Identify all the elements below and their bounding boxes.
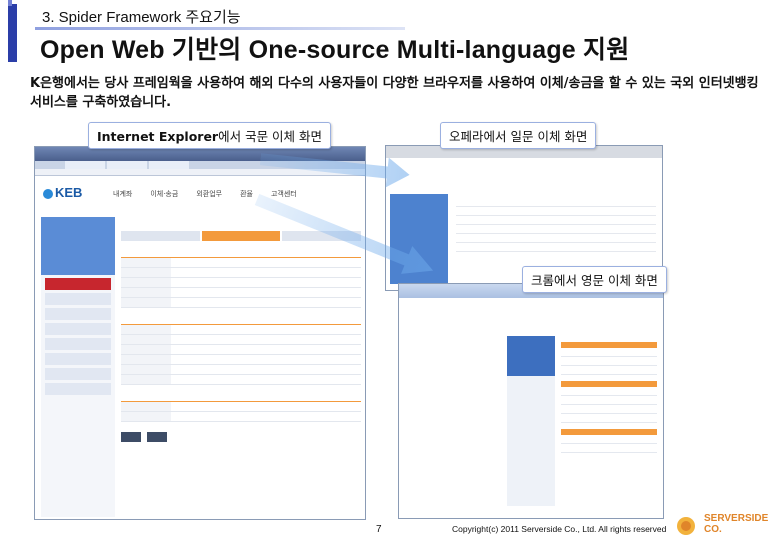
ie-sidebar-item xyxy=(45,353,111,365)
chrome-form-row xyxy=(561,405,657,414)
ie-form-button xyxy=(121,432,141,442)
page-number: 7 xyxy=(376,524,382,535)
opera-form-row xyxy=(456,225,656,234)
company-logo-text: SERVERSIDE CO. xyxy=(704,513,769,535)
ie-sidebar-item xyxy=(45,293,111,305)
keb-logo-text: KEB xyxy=(55,185,83,200)
chrome-form-row xyxy=(561,396,657,405)
opera-form-row xyxy=(456,216,656,225)
chrome-label: 크롬에서 영문 이체 화면 xyxy=(522,266,667,293)
opera-form-row xyxy=(456,207,656,216)
ie-form-row xyxy=(121,355,361,365)
ie-tab xyxy=(107,161,147,169)
ie-form-row xyxy=(121,412,361,422)
ie-form-row xyxy=(121,258,361,268)
ie-sidebar-item xyxy=(45,323,111,335)
ie-sidebar-item-active xyxy=(45,278,111,290)
opera-form-row xyxy=(456,243,656,252)
ie-label: Internet Explorer에서 국문 이체 화면 xyxy=(88,122,332,149)
page-title: Open Web 기반의 One-source Multi-language 지… xyxy=(40,36,630,64)
opera-form-row xyxy=(456,198,656,207)
keb-logo-icon xyxy=(43,188,53,199)
ie-transfer-form xyxy=(121,217,362,517)
ie-sidebar-item xyxy=(45,338,111,350)
chrome-browser-screenshot xyxy=(398,283,664,519)
ie-step xyxy=(121,231,200,241)
chrome-form-row xyxy=(561,357,657,366)
ie-browser-screenshot: KEB 내계좌 이체·송금 외환업무 환율 고객센터 xyxy=(34,146,366,520)
ie-form-button xyxy=(147,432,167,442)
ie-form-buttons xyxy=(121,432,361,442)
section-title: 3. Spider Framework 주요기능 xyxy=(42,9,241,26)
chrome-form-row xyxy=(561,414,657,423)
serverside-logo-icon xyxy=(677,517,695,535)
ie-tab xyxy=(65,161,105,169)
ie-nav-item: 고객센터 xyxy=(270,190,297,198)
ie-titlebar xyxy=(35,147,365,161)
opera-transfer-form xyxy=(456,198,656,252)
ie-nav-item: 내계좌 xyxy=(113,190,133,198)
ie-nav-item: 환율 xyxy=(240,190,253,198)
ie-label-text: 에서 국문 이체 화면 xyxy=(218,129,323,144)
chrome-form-row xyxy=(561,387,657,396)
ie-nav-item: 이체·송금 xyxy=(150,190,179,198)
ie-form-row xyxy=(121,365,361,375)
ie-form-row xyxy=(121,325,361,335)
chrome-form-row xyxy=(561,348,657,357)
chrome-transfer-form xyxy=(561,336,657,453)
ie-form-row xyxy=(121,268,361,278)
description-text: K은행에서는 당사 프레임웍을 사용하여 해외 다수의 사용자들이 다양한 브라… xyxy=(30,76,759,110)
ie-tab xyxy=(149,161,189,169)
keb-logo: KEB xyxy=(43,185,82,200)
section-accent-bar xyxy=(8,4,17,62)
section-accent-cap xyxy=(8,0,12,6)
ie-form-row xyxy=(121,278,361,288)
chrome-form-row xyxy=(561,366,657,375)
chrome-form-row xyxy=(561,435,657,444)
chrome-sidebar xyxy=(507,336,555,506)
opera-form-row xyxy=(456,234,656,243)
ie-nav-item: 외환업무 xyxy=(196,190,223,198)
ie-step-current xyxy=(201,231,281,241)
ie-sidebar-header xyxy=(41,217,115,275)
chrome-form-row xyxy=(561,444,657,453)
chrome-sidebar-header xyxy=(507,336,555,376)
ie-form-row xyxy=(121,335,361,345)
ie-sidebar-item xyxy=(45,383,111,395)
ie-section-header xyxy=(121,316,361,325)
ie-label-browser: Internet Explorer xyxy=(97,129,219,144)
ie-sidebar xyxy=(41,217,115,517)
ie-top-nav: 내계좌 이체·송금 외환업무 환율 고객센터 xyxy=(113,189,297,199)
copyright-text: Copyright(c) 2011 Serverside Co., Ltd. A… xyxy=(452,524,667,534)
ie-form-row xyxy=(121,345,361,355)
ie-section-header xyxy=(121,393,361,402)
ie-sidebar-item xyxy=(45,368,111,380)
ie-section-header xyxy=(121,249,361,258)
ie-form-row xyxy=(121,298,361,308)
ie-sidebar-item xyxy=(45,308,111,320)
opera-label: 오페라에서 일문 이체 화면 xyxy=(440,122,597,149)
ie-form-row xyxy=(121,402,361,412)
ie-form-row xyxy=(121,288,361,298)
ie-form-row xyxy=(121,375,361,385)
